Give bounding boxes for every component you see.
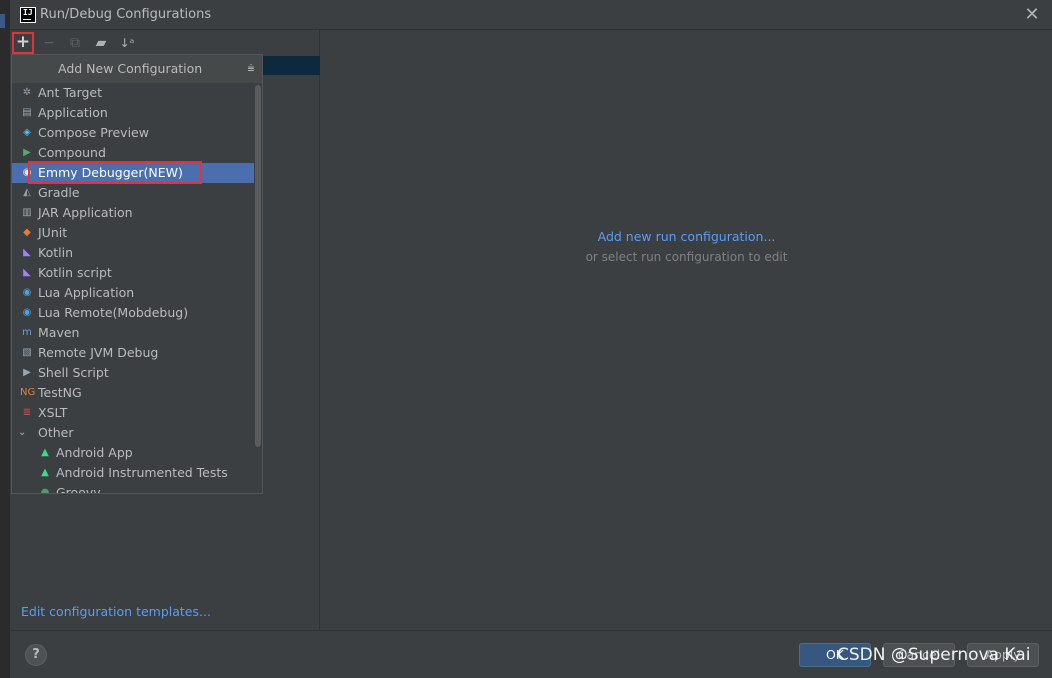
chevron-down-icon[interactable]: ⌄ bbox=[18, 423, 30, 443]
config-type-label: XSLT bbox=[38, 405, 68, 420]
copy-configuration-button[interactable]: ⧉ bbox=[64, 32, 86, 54]
config-type-label: Emmy Debugger(NEW) bbox=[38, 165, 183, 180]
gradle-icon: ◭ bbox=[23, 187, 31, 198]
config-type-kotlin[interactable]: ◣ Kotlin bbox=[12, 243, 254, 263]
ide-selection-marker bbox=[0, 14, 5, 28]
kotlin-script-icon: ◣ bbox=[23, 267, 31, 278]
remove-configuration-button[interactable]: − bbox=[38, 32, 60, 54]
config-type-emmy-debugger-new[interactable]: ◉ Emmy Debugger(NEW) bbox=[12, 163, 254, 183]
apply-button[interactable]: Apply bbox=[967, 643, 1039, 667]
android-test-icon: ▲ bbox=[41, 467, 49, 478]
config-type-label: Kotlin script bbox=[38, 265, 112, 280]
configuration-type-list: ✲ Ant Target ▤ Application ◈ Compose Preview ▶… bbox=[12, 83, 254, 494]
groovy-icon: ● bbox=[40, 487, 50, 494]
compound-icon: ▶ bbox=[23, 147, 31, 158]
config-type-gradle[interactable]: ◭ Gradle bbox=[12, 183, 254, 203]
config-type-label: Ant Target bbox=[38, 85, 103, 100]
config-type-testng[interactable]: NG TestNG bbox=[12, 383, 254, 403]
config-type-label: JUnit bbox=[38, 225, 68, 240]
junit-icon: ◆ bbox=[23, 227, 31, 238]
popup-scrollbar[interactable] bbox=[254, 83, 262, 493]
config-type-application[interactable]: ▤ Application bbox=[12, 103, 254, 123]
config-type-lua-remote-mobdebug[interactable]: ◉ Lua Remote(Mobdebug) bbox=[12, 303, 254, 323]
cancel-button[interactable]: Cancel bbox=[883, 643, 955, 667]
dialog-footer: ? OK Cancel Apply CSDN @Supernova Kai bbox=[10, 630, 1052, 678]
config-type-label: TestNG bbox=[38, 385, 82, 400]
config-type-maven[interactable]: m Maven bbox=[12, 323, 254, 343]
intellij-app-icon: IJ bbox=[20, 7, 36, 23]
config-type-label: Shell Script bbox=[38, 365, 109, 380]
testng-icon: NG bbox=[20, 387, 36, 398]
config-group-other[interactable]: ⌄ Other bbox=[12, 423, 254, 443]
add-configuration-button[interactable]: + bbox=[12, 32, 34, 54]
remote-debug-icon: ▧ bbox=[22, 347, 32, 358]
config-type-label: Android Instrumented Tests bbox=[56, 465, 228, 480]
config-type-ant-target[interactable]: ✲ Ant Target bbox=[12, 83, 254, 103]
title-bar: IJ Run/Debug Configurations ✕ bbox=[10, 0, 1052, 30]
dialog-title: Run/Debug Configurations bbox=[40, 7, 212, 22]
popup-title: Add New Configuration bbox=[58, 61, 203, 76]
shell-icon: ▶ bbox=[23, 367, 31, 378]
add-new-configuration-popup: Add New Configuration ⩧ ✲ Ant Target ▤ Appl… bbox=[11, 54, 263, 494]
xslt-icon: ≣ bbox=[22, 407, 32, 418]
popup-header: Add New Configuration ⩧ bbox=[12, 55, 262, 83]
close-icon[interactable]: ✕ bbox=[1022, 5, 1042, 25]
maven-icon: m bbox=[22, 327, 32, 338]
config-type-label: JAR Application bbox=[38, 205, 133, 220]
config-type-android-instrumented-tests[interactable]: ▲ Android Instrumented Tests bbox=[12, 463, 254, 483]
add-new-run-configuration-link[interactable]: Add new run configuration... bbox=[321, 229, 1052, 244]
emmy-lua-icon: ◉ bbox=[22, 167, 32, 178]
ok-button[interactable]: OK bbox=[799, 643, 871, 667]
sort-configurations-button[interactable]: ↓ᵃ bbox=[116, 32, 138, 54]
jar-icon: ▥ bbox=[22, 207, 32, 218]
config-type-remote-jvm-debug[interactable]: ▧ Remote JVM Debug bbox=[12, 343, 254, 363]
config-type-label: Gradle bbox=[38, 185, 80, 200]
config-type-kotlin-script[interactable]: ◣ Kotlin script bbox=[12, 263, 254, 283]
edit-templates-link[interactable]: Edit configuration templates... bbox=[21, 604, 211, 619]
config-type-label: Android App bbox=[56, 445, 133, 460]
lua-remote-icon: ◉ bbox=[22, 307, 32, 318]
config-type-label: Kotlin bbox=[38, 245, 73, 260]
config-type-jar-application[interactable]: ▥ JAR Application bbox=[12, 203, 254, 223]
android-icon: ▲ bbox=[41, 447, 49, 458]
ide-background-edge bbox=[0, 0, 10, 678]
config-type-label: Compose Preview bbox=[38, 125, 149, 140]
collapse-pin-icon[interactable]: ⩧ bbox=[244, 61, 258, 75]
editor-pane: Add new run configuration... or select r… bbox=[321, 30, 1052, 630]
config-type-label: Compound bbox=[38, 145, 106, 160]
help-button[interactable]: ? bbox=[25, 644, 47, 666]
select-configuration-hint: or select run configuration to edit bbox=[585, 250, 788, 264]
app-icon-text: IJ bbox=[23, 8, 33, 17]
config-type-compound[interactable]: ▶ Compound bbox=[12, 143, 254, 163]
config-type-label: Maven bbox=[38, 325, 80, 340]
compose-icon: ◈ bbox=[23, 127, 31, 138]
config-group-label: Other bbox=[38, 425, 74, 440]
scrollbar-thumb[interactable] bbox=[255, 85, 261, 447]
config-type-label: Application bbox=[38, 105, 108, 120]
config-type-label: Lua Remote(Mobdebug) bbox=[38, 305, 189, 320]
tree-selection-highlight bbox=[262, 56, 320, 75]
config-type-label: Remote JVM Debug bbox=[38, 345, 159, 360]
move-to-folder-button[interactable]: ▰ bbox=[90, 32, 112, 54]
config-type-shell-script[interactable]: ▶ Shell Script bbox=[12, 363, 254, 383]
config-type-xslt[interactable]: ≣ XSLT bbox=[12, 403, 254, 423]
config-type-groovy[interactable]: ● Groovy bbox=[12, 483, 254, 494]
config-type-label: Groovy bbox=[56, 485, 101, 494]
config-type-label: Lua Application bbox=[38, 285, 135, 300]
config-type-compose-preview[interactable]: ◈ Compose Preview bbox=[12, 123, 254, 143]
kotlin-icon: ◣ bbox=[23, 247, 31, 258]
configurations-toolbar: + − ⧉ ▰ ↓ᵃ bbox=[10, 30, 320, 54]
config-type-android-app[interactable]: ▲ Android App bbox=[12, 443, 254, 463]
application-icon: ▤ bbox=[22, 107, 32, 118]
config-type-junit[interactable]: ◆ JUnit bbox=[12, 223, 254, 243]
lua-icon: ◉ bbox=[22, 287, 32, 298]
run-debug-configurations-dialog: IJ Run/Debug Configurations ✕ + − ⧉ ▰ ↓ᵃ… bbox=[0, 0, 1052, 678]
config-type-lua-application[interactable]: ◉ Lua Application bbox=[12, 283, 254, 303]
ant-icon: ✲ bbox=[22, 87, 32, 98]
